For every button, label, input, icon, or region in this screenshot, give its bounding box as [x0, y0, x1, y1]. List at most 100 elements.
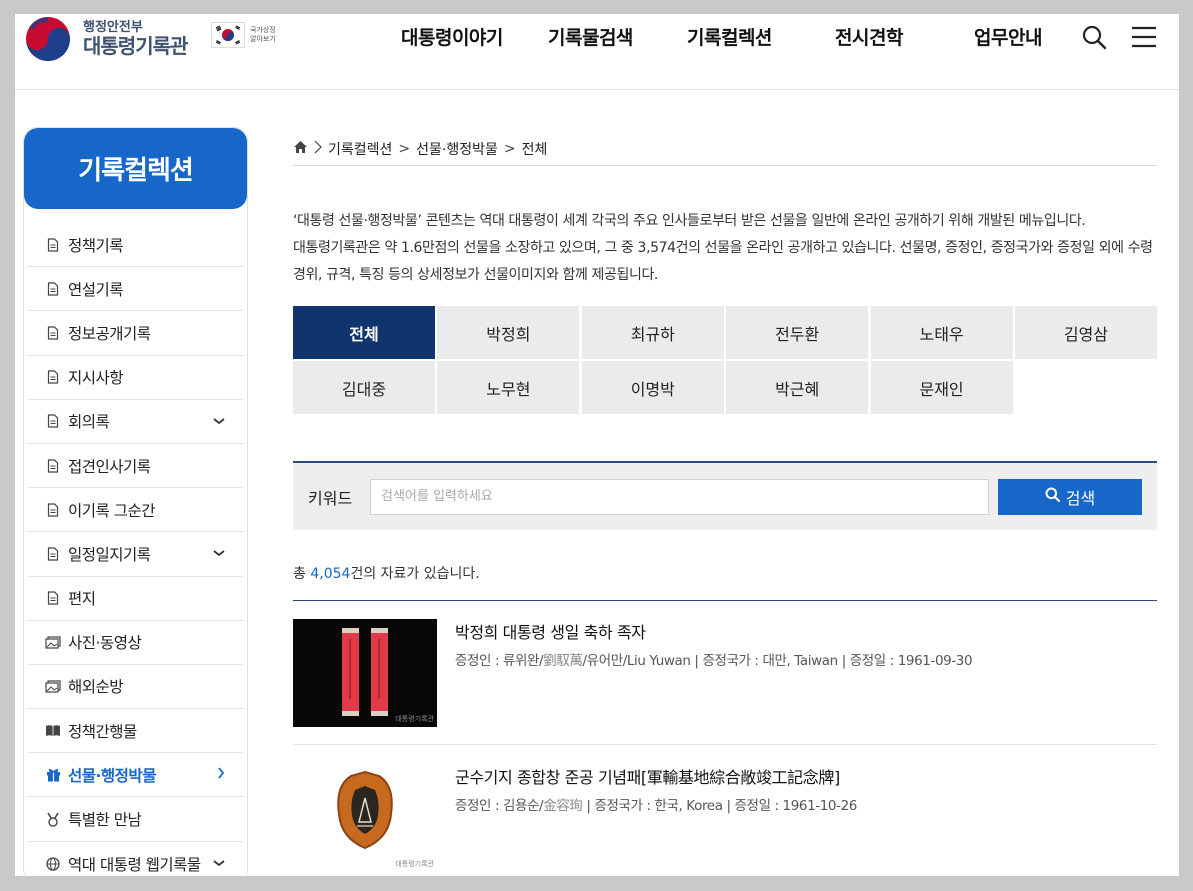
sidebar-item[interactable]: 정보공개기록: [28, 311, 243, 356]
sidebar-item-label: 해외순방: [68, 678, 124, 697]
sidebar-item[interactable]: 연설기록: [28, 267, 243, 312]
sidebar-item[interactable]: 편지: [28, 577, 243, 621]
president-tab[interactable]: 박근혜: [726, 361, 869, 414]
date-value: 1961-10-26: [782, 798, 858, 814]
sidebar-item[interactable]: 회의록: [28, 400, 243, 444]
menu-icon[interactable]: [1131, 24, 1157, 50]
breadcrumb-separator: >: [503, 141, 516, 157]
gift-title[interactable]: 군수기지 종합창 준공 기념패[軍輸基地綜合敞竣工記念牌]: [455, 764, 840, 788]
nav-record-collection[interactable]: 기록컬렉션: [687, 23, 772, 53]
donor-name: 김용순/: [503, 798, 544, 814]
president-tab[interactable]: 최규하: [581, 306, 724, 359]
sidebar-item[interactable]: 역대 대통령 웹기록물: [28, 842, 243, 876]
sidebar-item[interactable]: 정책기록: [28, 223, 243, 268]
donor-name: 류위완/: [503, 653, 544, 669]
logo-title: 대통령기록관: [83, 34, 188, 59]
president-tabs: 전체 박정희 최규하 전두환 노태우 김영삼김대중 노무현 이명박 박근혜 문재인: [293, 306, 1157, 414]
national-symbol-link[interactable]: 국가상징 알아보기: [211, 22, 280, 48]
nav-exhibition-tour[interactable]: 전시견학: [835, 23, 903, 53]
thumbnail-watermark: 대통령기록관: [395, 715, 434, 723]
sidebar-item[interactable]: 특별한 만남: [28, 797, 243, 842]
breadcrumb-item[interactable]: 기록컬렉션: [328, 139, 392, 159]
gift-list-item[interactable]: 대통령기록관 박정희 대통령 생일 축하 족자 증정인 : 류위완/劉馭萬/유어…: [293, 619, 1157, 745]
donor-hanja: 金容珣: [543, 798, 583, 814]
breadcrumb-chevron-icon: [314, 140, 322, 158]
nav-president-story[interactable]: 대통령이야기: [401, 23, 503, 53]
sidebar-item-label: 연설기록: [68, 280, 124, 299]
country-value: 한국, Korea: [654, 798, 723, 814]
document-icon: [44, 414, 62, 428]
gift-title[interactable]: 박정희 대통령 생일 축하 족자: [455, 619, 646, 643]
sidebar-item-label: 정책간행물: [68, 722, 137, 741]
breadcrumb-current: 전체: [521, 142, 548, 158]
list-divider: [293, 600, 1157, 601]
sidebar-item[interactable]: 사진·동영상: [28, 621, 243, 665]
date-value: 1961-09-30: [897, 653, 973, 669]
date-label: | 증정일 :: [837, 653, 898, 669]
sidebar-item[interactable]: 정책간행물: [28, 709, 243, 754]
sidebar-item-label: 회의록: [68, 413, 110, 432]
chevron-down-icon[interactable]: [213, 856, 225, 870]
book-icon: [44, 724, 62, 737]
search-button-icon: [1045, 487, 1060, 506]
breadcrumb-item[interactable]: 선물·행정박물: [416, 139, 498, 159]
site-logo[interactable]: 행정안전부 대통령기록관: [24, 16, 188, 62]
document-icon: [44, 547, 62, 561]
gift-list-item[interactable]: 대통령기록관 군수기지 종합창 준공 기념패[軍輸基地綜合敞竣工記念牌] 증정인…: [293, 764, 1157, 876]
taegeuk-emblem-icon: [24, 16, 72, 62]
sidebar-item-label: 선물·행정박물: [68, 766, 156, 785]
result-count-number: 4,054: [310, 566, 351, 582]
president-tab[interactable]: 전두환: [726, 306, 869, 359]
president-tab[interactable]: 전체: [293, 306, 435, 359]
nav-record-search[interactable]: 기록물검색: [548, 23, 633, 53]
breadcrumb-separator: >: [398, 141, 411, 157]
sidebar-item[interactable]: 선물·행정박물: [28, 753, 243, 798]
thumbnail-watermark: 대통령기록관: [395, 860, 434, 868]
keyword-label: 키워드: [308, 488, 353, 508]
donor-name-rest: /유어만/Liu Yuwan: [582, 653, 691, 669]
home-icon[interactable]: [293, 140, 308, 158]
logo-ministry: 행정안전부: [83, 19, 143, 35]
gift-meta: 증정인 : 김용순/金容珣 | 증정국가 : 한국, Korea | 증정일 :…: [455, 794, 857, 814]
donor-label: 증정인 :: [455, 653, 503, 669]
sidebar-item-label: 일정일지기록: [68, 545, 151, 564]
search-button-label: 검색: [1065, 488, 1096, 508]
sidebar-item-label: 역대 대통령 웹기록물: [68, 855, 201, 874]
chevron-down-icon[interactable]: [213, 546, 225, 560]
photo-icon: [44, 680, 62, 693]
search-input[interactable]: [370, 478, 989, 515]
sidebar-item-label: 접견인사기록: [68, 457, 151, 476]
sidebar-menu: 정책기록연설기록정보공개기록 지시사항회의록접견인사기록이기록 그순간일정일지기록…: [24, 223, 247, 876]
sidebar-item[interactable]: 일정일지기록: [28, 532, 243, 577]
gift-thumbnail[interactable]: 대통령기록관: [293, 619, 437, 727]
result-count-prefix: 총: [293, 566, 311, 582]
president-tab[interactable]: 김영삼: [1014, 306, 1157, 359]
president-tab[interactable]: 노무현: [437, 361, 580, 414]
country-label: | 증정국가 :: [582, 798, 655, 814]
sidebar-item[interactable]: 지시사항: [28, 356, 243, 400]
photo-icon: [44, 636, 62, 649]
president-tab[interactable]: 문재인: [870, 361, 1013, 414]
sidebar-item-label: 이기록 그순간: [68, 501, 156, 520]
document-icon: [44, 503, 62, 517]
president-tab[interactable]: 박정희: [437, 306, 580, 359]
search-icon[interactable]: [1081, 24, 1107, 50]
search-button[interactable]: 검색: [998, 478, 1142, 515]
result-count-suffix: 건의 자료가 있습니다.: [350, 566, 480, 582]
gift-thumbnail[interactable]: 대통령기록관: [293, 764, 437, 872]
nav-business-guide[interactable]: 업무안내: [974, 23, 1042, 53]
globe-icon: [44, 857, 62, 871]
gift-icon: [44, 768, 62, 782]
president-tab[interactable]: 이명박: [581, 361, 724, 414]
chevron-down-icon[interactable]: [213, 414, 225, 428]
document-icon: [44, 282, 62, 296]
sidebar-item[interactable]: 접견인사기록: [28, 444, 243, 489]
sidebar-item-label: 편지: [68, 590, 96, 609]
sidebar-item[interactable]: 해외순방: [28, 665, 243, 710]
sidebar-item[interactable]: 이기록 그순간: [28, 488, 243, 533]
president-tab[interactable]: 노태우: [870, 306, 1013, 359]
page: 행정안전부 대통령기록관 국가상징 알아보기 대통령이야기 기록물검색 기록컬렉…: [15, 14, 1179, 876]
document-icon: [44, 326, 62, 340]
president-tab[interactable]: 김대중: [293, 361, 435, 414]
chevron-right-icon[interactable]: [217, 767, 225, 782]
